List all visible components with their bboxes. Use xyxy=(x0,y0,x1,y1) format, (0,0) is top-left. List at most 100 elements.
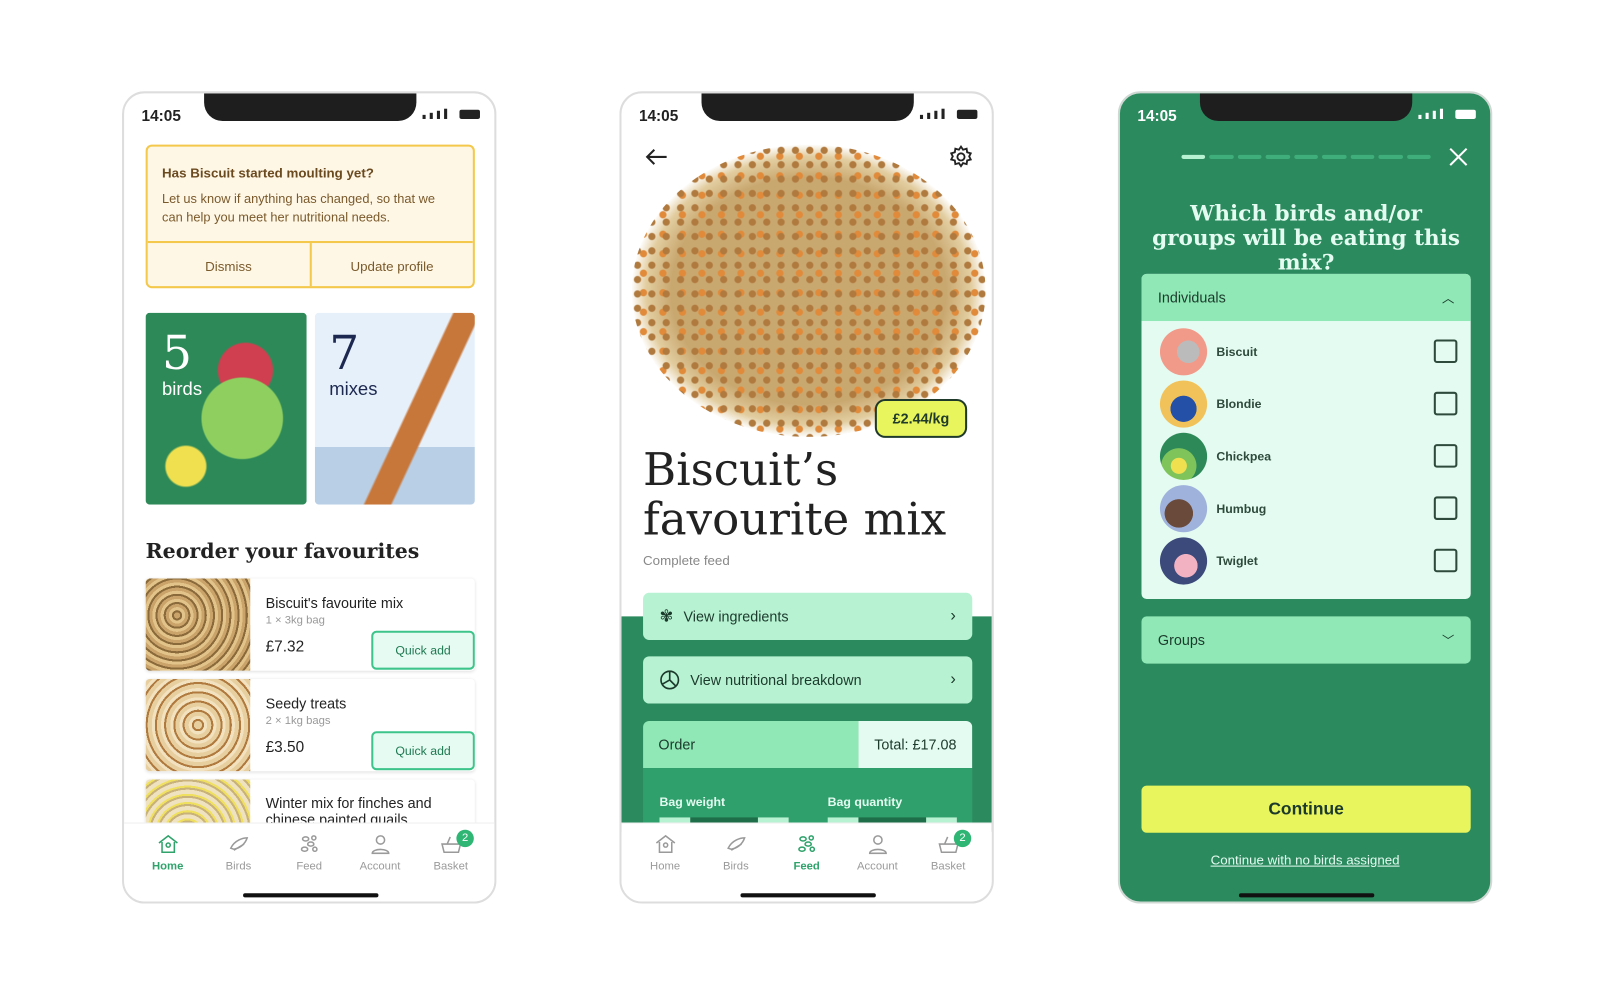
order-total: Total: £17.08 xyxy=(858,720,973,769)
bird-avatar xyxy=(1159,327,1208,375)
bird-name: Humbug xyxy=(1216,501,1267,516)
bird-icon xyxy=(726,837,746,851)
bird-checkbox[interactable] xyxy=(1433,339,1458,364)
user-icon xyxy=(868,835,887,855)
progress-step xyxy=(1209,154,1234,159)
progress-step xyxy=(1378,154,1403,159)
tab-home[interactable]: Home xyxy=(630,824,701,902)
bird-checkbox[interactable] xyxy=(1433,496,1458,520)
tab-label: Account xyxy=(857,860,898,873)
tab-label: Home xyxy=(650,860,681,873)
home-indicator xyxy=(1238,893,1375,898)
user-icon xyxy=(371,835,389,855)
tab-account[interactable]: Account xyxy=(345,824,416,902)
progress-step xyxy=(1322,154,1347,159)
tab-basket[interactable]: Basket 2 xyxy=(913,824,984,902)
tab-label: Basket xyxy=(433,860,468,873)
tab-birds[interactable]: Birds xyxy=(700,824,771,902)
gear-icon[interactable] xyxy=(949,144,974,170)
product-title-line: Biscuit’s xyxy=(643,444,839,497)
groups-label: Groups xyxy=(1157,631,1205,649)
quick-add-button[interactable]: Quick add xyxy=(371,731,475,771)
battery-icon xyxy=(459,109,480,119)
tab-label: Birds xyxy=(225,860,252,873)
tab-feed[interactable]: Feed xyxy=(771,824,842,902)
progress-step xyxy=(1265,154,1290,159)
item-size: 1 × 3kg bag xyxy=(265,614,325,627)
close-icon[interactable] xyxy=(1448,147,1469,168)
bird-row[interactable]: Biscuit xyxy=(1141,325,1470,377)
home-indicator xyxy=(243,893,379,898)
list-item[interactable]: Biscuit's favourite mix 1 × 3kg bag £7.3… xyxy=(145,578,475,671)
bird-picker-screen: 14:05 Which birds and/or groups will be … xyxy=(1117,91,1493,904)
home-icon xyxy=(157,834,178,854)
product-image xyxy=(145,578,251,671)
bird-avatar xyxy=(1159,432,1208,480)
tab-bar: Home Birds Feed Account Basket 2 xyxy=(621,822,992,902)
birds-count: 5 xyxy=(162,325,193,381)
bird-checkbox[interactable] xyxy=(1433,548,1458,573)
continue-button[interactable]: Continue xyxy=(1141,785,1471,833)
item-price: £7.32 xyxy=(265,637,305,656)
bird-row[interactable]: Twiglet xyxy=(1141,534,1470,586)
battery-icon xyxy=(956,109,978,119)
notch xyxy=(701,93,914,122)
bird-row[interactable]: Humbug xyxy=(1141,482,1470,534)
status-icons xyxy=(919,108,978,119)
mixes-label: mixes xyxy=(329,378,378,399)
individuals-header[interactable]: Individuals ︿ xyxy=(1141,273,1471,322)
tab-account[interactable]: Account xyxy=(842,824,913,902)
tab-home[interactable]: Home xyxy=(132,824,203,902)
alert-body: Let us know if anything has changed, so … xyxy=(162,191,436,225)
progress-step xyxy=(1406,154,1431,159)
bag-weight-label: Bag weight xyxy=(659,794,726,810)
bird-icon xyxy=(229,837,248,851)
bird-name: Twiglet xyxy=(1216,553,1258,568)
progress-steps xyxy=(1181,154,1431,159)
order-label: Order xyxy=(643,720,859,769)
individuals-label: Individuals xyxy=(1157,289,1226,306)
home-indicator xyxy=(740,893,876,898)
mixes-tile[interactable]: 7 mixes xyxy=(314,312,475,505)
tab-label: Birds xyxy=(723,860,749,873)
skip-link[interactable]: Continue with no birds assigned xyxy=(1120,852,1490,867)
birds-label: birds xyxy=(162,378,203,399)
status-time: 14:05 xyxy=(1137,107,1177,126)
bird-name: Biscuit xyxy=(1216,344,1258,359)
birds-tile[interactable]: 5 birds xyxy=(145,312,307,505)
item-name: Seedy treats xyxy=(265,695,347,712)
bird-name: Chickpea xyxy=(1216,448,1272,464)
chevron-right-icon: › xyxy=(950,670,956,689)
tab-feed[interactable]: Feed xyxy=(274,824,345,902)
groups-header[interactable]: Groups ﹀ xyxy=(1141,616,1471,664)
back-arrow-icon[interactable] xyxy=(644,147,669,168)
quick-add-button[interactable]: Quick add xyxy=(371,630,475,670)
home-icon xyxy=(655,834,675,854)
status-time: 14:05 xyxy=(638,107,679,126)
seeds-icon xyxy=(300,835,318,853)
view-ingredients-button[interactable]: ✾ View ingredients › xyxy=(643,592,973,640)
list-item[interactable]: Seedy treats 2 × 1kg bags £3.50 Quick ad… xyxy=(145,678,475,772)
tab-basket[interactable]: Basket 2 xyxy=(415,824,486,902)
battery-icon xyxy=(1455,109,1476,119)
tab-label: Feed xyxy=(793,860,820,873)
dismiss-button[interactable]: Dismiss xyxy=(148,243,312,287)
bird-checkbox[interactable] xyxy=(1433,391,1458,416)
progress-step xyxy=(1181,154,1206,159)
pie-chart-icon xyxy=(660,670,680,690)
item-price: £3.50 xyxy=(265,738,305,756)
bird-name: Blondie xyxy=(1216,396,1262,411)
view-nutrition-button[interactable]: View nutritional breakdown › xyxy=(643,656,973,704)
bird-checkbox[interactable] xyxy=(1433,444,1458,468)
item-name: Biscuit's favourite mix xyxy=(265,594,404,612)
tab-birds[interactable]: Birds xyxy=(203,824,274,902)
update-profile-button[interactable]: Update profile xyxy=(311,243,473,286)
chevron-up-icon: ︿ xyxy=(1441,290,1455,306)
alert-title: Has Biscuit started moulting yet? xyxy=(162,165,374,181)
bird-row[interactable]: Chickpea xyxy=(1141,430,1470,482)
moulting-alert: Has Biscuit started moulting yet? Let us… xyxy=(145,144,475,289)
bird-row[interactable]: Blondie xyxy=(1141,377,1470,429)
wheat-icon: ✾ xyxy=(659,608,674,626)
product-title: Biscuit’s favourite mix xyxy=(643,446,946,544)
status-icons xyxy=(1418,108,1476,119)
